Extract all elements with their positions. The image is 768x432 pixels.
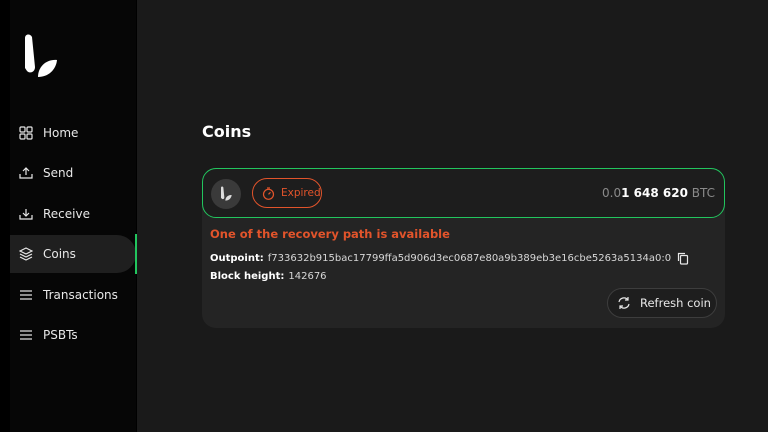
stopwatch-icon	[262, 186, 275, 200]
sidebar-item-label: Coins	[43, 247, 76, 261]
outpoint-label: Outpoint:	[210, 253, 264, 264]
sidebar-item-coins[interactable]: Coins	[10, 235, 136, 273]
liana-logo-icon	[22, 33, 58, 81]
send-icon	[18, 165, 34, 181]
block-height-label: Block height:	[210, 271, 285, 282]
main-content: Coins Expired 0.01 648 620 BTC One of th…	[137, 0, 768, 432]
sidebar-item-transactions[interactable]: Transactions	[10, 276, 136, 314]
receive-icon	[18, 206, 34, 222]
block-height-value: 142676	[288, 271, 327, 282]
sidebar-item-label: Transactions	[43, 288, 118, 302]
amount-bold: 1 648 620	[621, 186, 688, 200]
copy-icon[interactable]	[677, 252, 689, 265]
coin-logo-icon	[211, 179, 241, 209]
status-badge: Expired	[252, 178, 322, 208]
list-icon	[18, 327, 34, 343]
coin-card: Expired 0.01 648 620 BTC One of the reco…	[202, 168, 725, 328]
block-height-row: Block height: 142676	[210, 271, 327, 282]
coin-amount: 0.01 648 620 BTC	[602, 186, 715, 200]
sidebar-item-label: Receive	[43, 207, 90, 221]
recovery-warning: One of the recovery path is available	[210, 227, 450, 241]
sidebar-item-send[interactable]: Send	[10, 154, 136, 192]
page-title: Coins	[202, 122, 252, 141]
refresh-coin-label: Refresh coin	[640, 296, 711, 310]
window-edge	[0, 0, 10, 432]
sidebar-item-psbts[interactable]: PSBTs	[10, 316, 136, 354]
outpoint-row: Outpoint: f733632b915bac17799ffa5d906d3e…	[210, 252, 689, 265]
sidebar-item-home[interactable]: Home	[10, 114, 136, 152]
coin-card-header[interactable]: Expired 0.01 648 620 BTC	[202, 168, 725, 218]
outpoint-value: f733632b915bac17799ffa5d906d3ec0687e80a9…	[267, 253, 672, 264]
grid-icon	[18, 125, 34, 141]
amount-dim: 0.0	[602, 186, 622, 200]
list-icon	[18, 287, 34, 303]
status-label: Expired	[281, 187, 321, 199]
sidebar-item-label: Send	[43, 166, 74, 180]
sidebar-item-label: Home	[43, 126, 79, 140]
refresh-icon	[617, 296, 631, 310]
refresh-coin-button[interactable]: Refresh coin	[607, 288, 717, 318]
sidebar-item-receive[interactable]: Receive	[10, 195, 136, 233]
coins-icon	[18, 246, 34, 262]
sidebar: Home Send Receive Coins Transactions PSB…	[10, 0, 137, 432]
amount-unit: BTC	[691, 186, 715, 200]
sidebar-item-label: PSBTs	[43, 328, 78, 342]
